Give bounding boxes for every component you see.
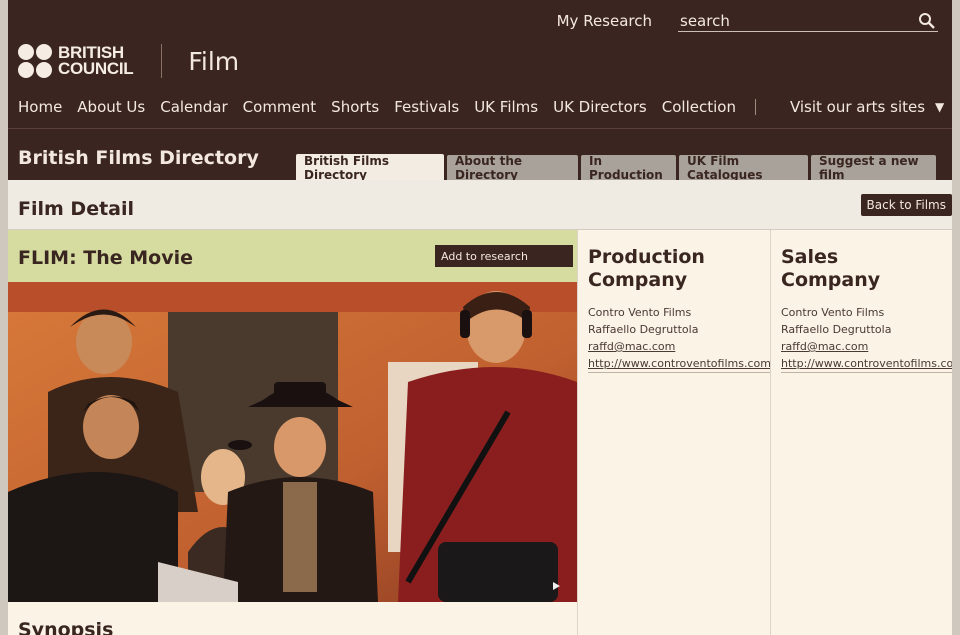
film-still-image [8, 282, 577, 602]
nav-shorts[interactable]: Shorts [331, 98, 379, 116]
sales-company-column: Sales Company Contro Vento Films Raffael… [770, 230, 952, 635]
brand: BRITISH COUNCIL Film [18, 44, 239, 78]
search-input[interactable] [680, 11, 900, 30]
nav-calendar[interactable]: Calendar [160, 98, 227, 116]
arts-sites-dropdown[interactable]: Visit our arts sites ▼ [790, 98, 944, 116]
nav-comment[interactable]: Comment [243, 98, 317, 116]
production-company-column: Production Company Contro Vento Films Ra… [577, 230, 770, 635]
nav-collection[interactable]: Collection [662, 98, 736, 116]
directory-title: British Films Directory [18, 147, 259, 169]
british-council-logo-text[interactable]: BRITISH COUNCIL [58, 44, 134, 77]
film-column: FLIM: The Movie Add to research Synopsis [8, 230, 577, 635]
production-website-link[interactable]: http://www.controventofilms.com/fli [588, 355, 770, 372]
film-title: FLIM: The Movie [18, 247, 194, 269]
film-title-bar: FLIM: The Movie Add to research [8, 230, 577, 282]
nav-uk-films[interactable]: UK Films [474, 98, 538, 116]
page-title: Film Detail [18, 198, 135, 220]
arts-sites-label: Visit our arts sites [789, 98, 926, 116]
film-still-illustration [8, 282, 577, 602]
nav-home[interactable]: Home [18, 98, 62, 116]
tab-about-directory[interactable]: About the Directory [447, 154, 578, 182]
production-company-name: Contro Vento Films [588, 306, 692, 319]
tab-suggest-new-film[interactable]: Suggest a new film [811, 154, 936, 182]
sales-company-title: Sales Company [781, 246, 881, 291]
back-to-films-button[interactable]: Back to Films [860, 194, 952, 216]
sales-divider [781, 372, 952, 373]
sales-company-details: Contro Vento Films Raffaello Degruttola … [781, 304, 952, 373]
british-council-logo-icon[interactable] [18, 44, 52, 78]
sales-email-link[interactable]: raffd@mac.com [781, 338, 952, 355]
top-links: My Research [557, 8, 938, 34]
tab-british-films-directory[interactable]: British Films Directory [296, 154, 444, 182]
search-box [678, 10, 938, 32]
synopsis-heading: Synopsis [18, 619, 114, 635]
brand-divider [161, 44, 163, 78]
directory-tabs: British Films Directory About the Direct… [296, 154, 939, 182]
production-contact-name: Raffaello Degruttola [588, 323, 699, 336]
search-icon[interactable] [918, 12, 936, 30]
nav-divider [754, 99, 756, 115]
sales-company-name: Contro Vento Films [781, 306, 885, 319]
production-email-link[interactable]: raffd@mac.com [588, 338, 770, 355]
add-to-research-button[interactable]: Add to research [435, 245, 573, 267]
site-header: My Research BRITISH COUNCIL Film Home Ab… [8, 0, 952, 128]
nav-festivals[interactable]: Festivals [394, 98, 459, 116]
sales-website-link[interactable]: http://www.controventofilms.com/fi [781, 355, 952, 372]
tab-uk-film-catalogues[interactable]: UK Film Catalogues [679, 154, 808, 182]
tab-in-production[interactable]: In Production [581, 154, 676, 182]
nav-about-us[interactable]: About Us [77, 98, 145, 116]
production-company-details: Contro Vento Films Raffaello Degruttola … [588, 304, 770, 373]
film-detail-header: Film Detail Back to Films [8, 180, 952, 230]
main-nav: Home About Us Calendar Comment Shorts Fe… [18, 98, 944, 116]
nav-uk-directors[interactable]: UK Directors [553, 98, 647, 116]
section-title[interactable]: Film [188, 47, 239, 76]
caret-down-icon: ▼ [935, 100, 945, 114]
production-divider [588, 372, 770, 373]
my-research-link[interactable]: My Research [557, 12, 652, 30]
sales-contact-name: Raffaello Degruttola [781, 323, 892, 336]
production-company-title: Production Company [588, 246, 705, 291]
directory-bar: British Films Directory British Films Di… [8, 128, 952, 182]
